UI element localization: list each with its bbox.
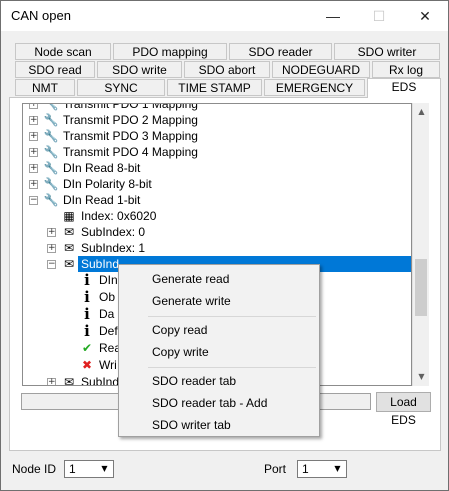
- menu-item-sdo-reader-tab-add[interactable]: SDO reader tab - Add: [152, 393, 267, 413]
- expand-icon[interactable]: +: [29, 116, 38, 125]
- tree-row-label: DIn Read 8-bit: [63, 161, 141, 175]
- info-icon: i: [84, 322, 90, 340]
- scroll-up-arrow-icon[interactable]: ▲: [413, 103, 430, 120]
- tab-sdo-reader[interactable]: SDO reader: [229, 43, 332, 60]
- expand-icon[interactable]: +: [47, 244, 56, 253]
- tree-row-label: Transmit PDO 4 Mapping: [63, 145, 198, 159]
- tab-rx-log[interactable]: Rx log: [372, 61, 440, 78]
- envelope-icon: ✉: [63, 241, 75, 255]
- window-title: CAN open: [11, 8, 71, 23]
- collapse-icon[interactable]: −: [47, 260, 56, 269]
- tab-node-scan[interactable]: Node scan: [15, 43, 111, 60]
- tree-row-label: SubIndex: 1: [81, 241, 146, 255]
- tab-nmt[interactable]: NMT: [15, 79, 75, 96]
- expand-icon[interactable]: +: [29, 164, 38, 173]
- node-id-value: 1: [69, 462, 76, 476]
- tree-row[interactable]: + 🔧 Transmit PDO 2 Mapping: [23, 112, 411, 128]
- tree-row-label: Da: [99, 307, 115, 321]
- chevron-down-icon[interactable]: ▼: [97, 462, 112, 476]
- expand-icon[interactable]: +: [47, 378, 56, 385]
- tree-row-label: Index: 0x6020: [81, 209, 157, 223]
- wrench-icon: 🔧: [43, 193, 59, 207]
- tree-row-label: DIn Polarity 8-bit: [63, 177, 152, 191]
- load-eds-button[interactable]: Load EDS: [376, 392, 431, 427]
- menu-item-sdo-reader-tab[interactable]: SDO reader tab: [152, 371, 236, 391]
- expand-icon[interactable]: +: [47, 228, 56, 237]
- envelope-icon: ✉: [63, 257, 75, 271]
- tab-eds[interactable]: EDS: [367, 78, 441, 98]
- tree-vertical-scrollbar[interactable]: ▲ ▼: [412, 103, 429, 386]
- wrench-icon: 🔧: [43, 145, 59, 159]
- menu-separator: [148, 316, 316, 317]
- expand-icon[interactable]: +: [29, 148, 38, 157]
- expand-icon[interactable]: +: [29, 104, 38, 109]
- scroll-thumb[interactable]: [415, 259, 427, 316]
- tab-nodeguard[interactable]: NODEGUARD: [272, 61, 370, 78]
- close-button[interactable]: ✕: [402, 1, 448, 31]
- tree-row-label: SubInd: [81, 375, 120, 386]
- tree-context-menu: Generate read Generate write Copy read C…: [118, 264, 320, 437]
- tree-row-label: Transmit PDO 3 Mapping: [63, 129, 198, 143]
- menu-item-generate-write[interactable]: Generate write: [152, 291, 231, 311]
- tree-row-label: DIn: [99, 273, 118, 287]
- tab-sync[interactable]: SYNC: [77, 79, 165, 96]
- wrench-icon: 🔧: [43, 129, 59, 143]
- tree-row[interactable]: + 🔧 Transmit PDO 3 Mapping: [23, 128, 411, 144]
- tree-row[interactable]: ▦ Index: 0x6020: [23, 208, 411, 224]
- tree-row-label: Wri: [99, 358, 117, 372]
- wrench-icon: 🔧: [43, 103, 59, 111]
- port-dropdown[interactable]: 1 ▼: [297, 460, 347, 478]
- wrench-icon: 🔧: [43, 161, 59, 175]
- check-icon: ✔: [81, 341, 93, 355]
- tab-emergency[interactable]: EMERGENCY: [264, 79, 365, 96]
- info-icon: i: [84, 288, 90, 306]
- index-icon: ▦: [63, 209, 75, 223]
- tree-row-label: Def: [99, 324, 118, 338]
- port-value: 1: [302, 462, 309, 476]
- tree-row[interactable]: + 🔧 Transmit PDO 1 Mapping: [23, 103, 411, 112]
- tree-row[interactable]: − 🔧 DIn Read 1-bit: [23, 192, 411, 208]
- tree-row[interactable]: + 🔧 DIn Read 8-bit: [23, 160, 411, 176]
- tab-pdo-mapping[interactable]: PDO mapping: [113, 43, 227, 60]
- envelope-icon: ✉: [63, 375, 75, 386]
- envelope-icon: ✉: [63, 225, 75, 239]
- tab-sdo-write[interactable]: SDO write: [97, 61, 182, 78]
- cross-icon: ✖: [81, 358, 93, 372]
- menu-item-copy-write[interactable]: Copy write: [152, 342, 209, 362]
- tab-sdo-writer[interactable]: SDO writer: [334, 43, 440, 60]
- minimize-button[interactable]: —: [310, 1, 356, 31]
- can-open-window: CAN open — ☐ ✕ Node scan PDO mapping SDO…: [0, 0, 449, 491]
- info-icon: i: [84, 305, 90, 323]
- info-icon: i: [84, 271, 90, 289]
- tree-row[interactable]: + ✉ SubIndex: 1: [23, 240, 411, 256]
- menu-item-sdo-writer-tab[interactable]: SDO writer tab: [152, 415, 231, 435]
- node-id-label: Node ID: [12, 462, 57, 476]
- menu-item-generate-read[interactable]: Generate read: [152, 269, 229, 289]
- port-label: Port: [264, 462, 287, 476]
- tab-time-stamp[interactable]: TIME STAMP: [167, 79, 262, 96]
- wrench-icon: 🔧: [43, 177, 59, 191]
- tree-row-label: SubInd: [78, 256, 123, 272]
- menu-item-copy-read[interactable]: Copy read: [152, 320, 207, 340]
- menu-separator: [148, 367, 316, 368]
- node-id-dropdown[interactable]: 1 ▼: [64, 460, 114, 478]
- title-bar: CAN open — ☐ ✕: [1, 1, 448, 31]
- tree-row[interactable]: + 🔧 DIn Polarity 8-bit: [23, 176, 411, 192]
- tree-row[interactable]: + ✉ SubIndex: 0: [23, 224, 411, 240]
- wrench-icon: 🔧: [43, 113, 59, 127]
- tree-row-label: Ob: [99, 290, 116, 304]
- expand-icon[interactable]: +: [29, 180, 38, 189]
- tree-row-label: SubIndex: 0: [81, 225, 146, 239]
- tab-sdo-read[interactable]: SDO read: [15, 61, 95, 78]
- tree-row[interactable]: + 🔧 Transmit PDO 4 Mapping: [23, 144, 411, 160]
- tree-row-label: DIn Read 1-bit: [63, 193, 141, 207]
- tab-sdo-abort[interactable]: SDO abort: [184, 61, 270, 78]
- chevron-down-icon[interactable]: ▼: [330, 462, 345, 476]
- tree-row-label: Transmit PDO 1 Mapping: [63, 103, 198, 111]
- expand-icon[interactable]: +: [29, 132, 38, 141]
- collapse-icon[interactable]: −: [29, 196, 38, 205]
- tree-row-label: Transmit PDO 2 Mapping: [63, 113, 198, 127]
- scroll-down-arrow-icon[interactable]: ▼: [413, 368, 430, 385]
- maximize-button[interactable]: ☐: [356, 1, 402, 31]
